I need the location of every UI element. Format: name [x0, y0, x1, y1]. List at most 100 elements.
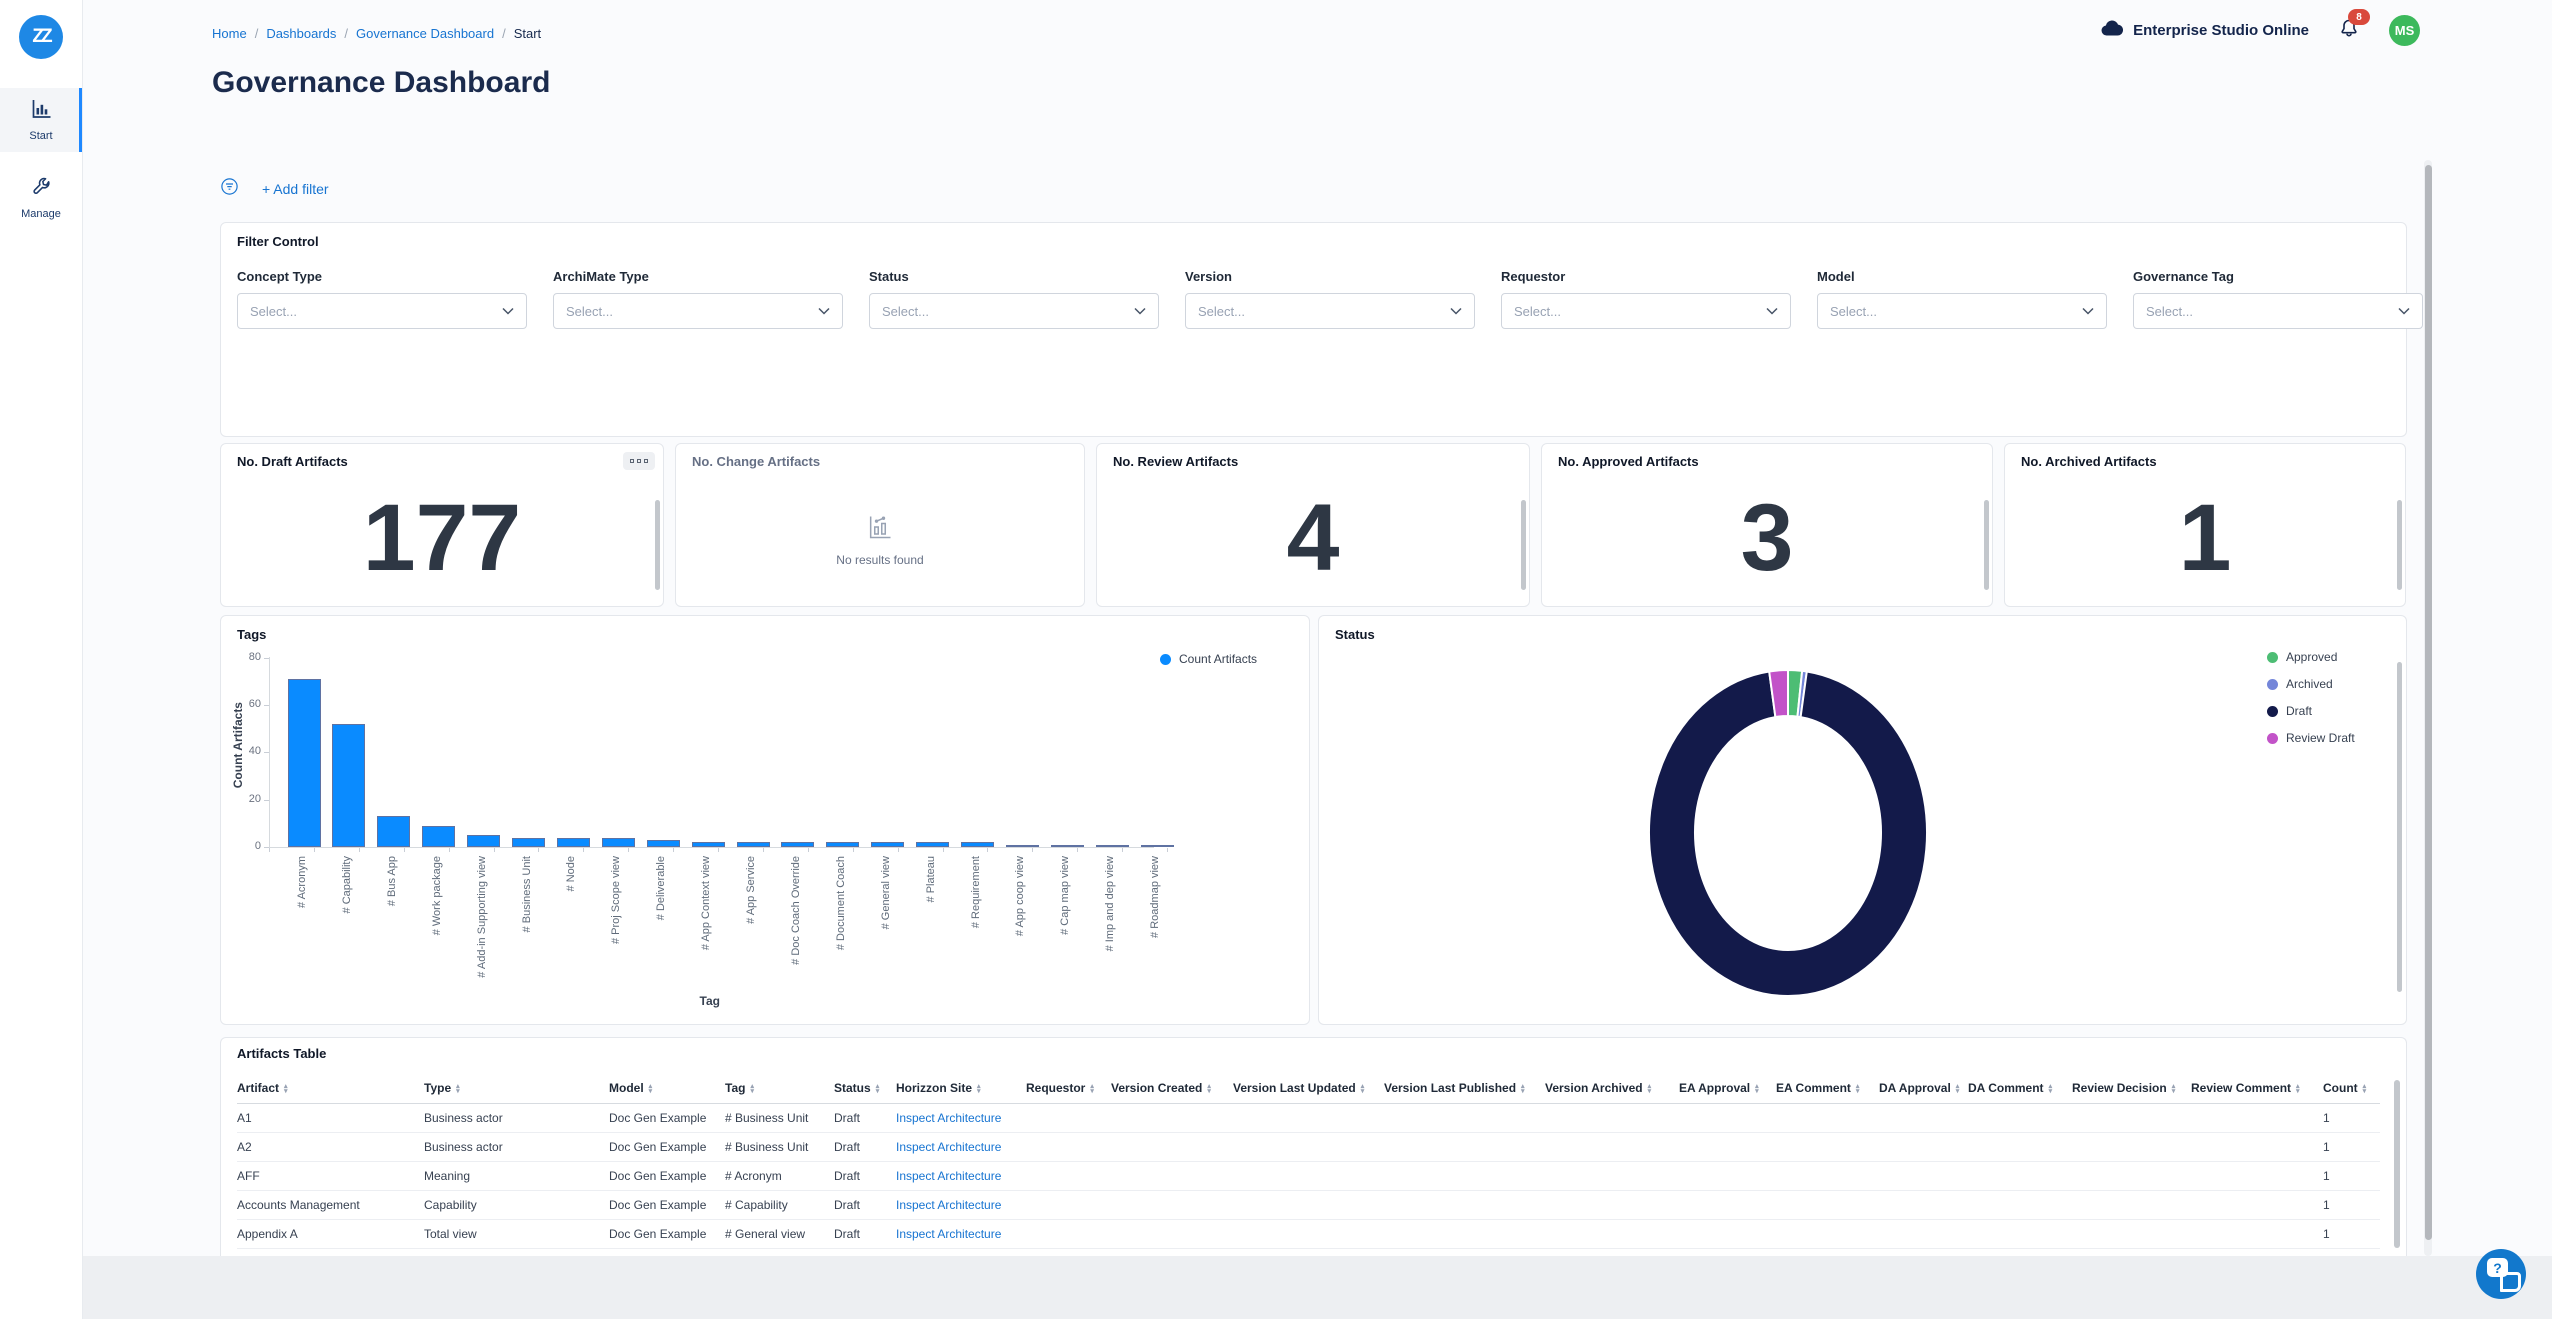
filter-icon[interactable] [221, 178, 238, 200]
cell-ea-approval [1679, 1162, 1776, 1191]
table-scrollbar[interactable] [2394, 1080, 2400, 1248]
status-card-scrollbar[interactable] [2397, 662, 2402, 992]
bar--Cap-map-view[interactable] [1051, 845, 1084, 847]
sidebar-item-manage[interactable]: Manage [0, 166, 82, 230]
inspect-architecture-link[interactable]: Inspect Architecture [896, 1169, 1001, 1183]
filter-select-archimate-type[interactable]: Select... [553, 293, 843, 329]
inspect-architecture-link[interactable]: Inspect Architecture [896, 1198, 1001, 1212]
cell-model: Doc Gen Example [609, 1191, 725, 1220]
kpi-card-scrollbar[interactable] [1521, 500, 1526, 590]
sort-icon[interactable]: ▴▾ [2363, 1084, 2367, 1094]
bar--App-Service[interactable] [737, 842, 770, 847]
kpi-card-scrollbar[interactable] [655, 500, 660, 590]
column-header-da-comment[interactable]: DA Comment▴▾ [1968, 1072, 2072, 1104]
column-header-artifact[interactable]: Artifact▴▾ [237, 1072, 424, 1104]
help-chat-button[interactable]: ? [2476, 1249, 2526, 1299]
sort-icon[interactable]: ▴▾ [2049, 1084, 2053, 1094]
app-logo[interactable]: ZZ [19, 15, 63, 59]
column-header-review-comment[interactable]: Review Comment▴▾ [2191, 1072, 2323, 1104]
bar--Deliverable[interactable] [647, 840, 680, 847]
sort-icon[interactable]: ▴▾ [1856, 1084, 1860, 1094]
breadcrumb-item-governance-dashboard[interactable]: Governance Dashboard [356, 26, 494, 41]
column-header-version-archived[interactable]: Version Archived▴▾ [1545, 1072, 1679, 1104]
sort-icon[interactable]: ▴▾ [1207, 1084, 1211, 1094]
bar--Work-package[interactable] [422, 826, 455, 847]
bar--Imp-and-dep-view[interactable] [1096, 845, 1129, 847]
legend-item-draft[interactable]: Draft [2267, 704, 2355, 718]
column-header-type[interactable]: Type▴▾ [424, 1072, 609, 1104]
kpi-menu-button[interactable] [623, 452, 655, 470]
inspect-architecture-link[interactable]: Inspect Architecture [896, 1111, 1001, 1125]
sort-icon[interactable]: ▴▾ [1090, 1084, 1094, 1094]
inspect-architecture-link[interactable]: Inspect Architecture [896, 1140, 1001, 1154]
page-scrollbar-thumb[interactable] [2425, 165, 2432, 1240]
filter-select-status[interactable]: Select... [869, 293, 1159, 329]
sort-icon[interactable]: ▴▾ [284, 1084, 288, 1094]
sort-icon[interactable]: ▴▾ [977, 1084, 981, 1094]
filter-select-requestor[interactable]: Select... [1501, 293, 1791, 329]
add-filter-button[interactable]: + Add filter [262, 181, 329, 197]
bar--App-Context-view[interactable] [692, 842, 725, 847]
donut-slice-draft[interactable] [1649, 672, 1927, 996]
column-header-da-approval[interactable]: DA Approval▴▾ [1879, 1072, 1968, 1104]
kpi-card-scrollbar[interactable] [2397, 500, 2402, 590]
filter-select-concept-type[interactable]: Select... [237, 293, 527, 329]
filter-select-governance-tag[interactable]: Select... [2133, 293, 2423, 329]
cell-version-last-updated [1233, 1162, 1384, 1191]
sort-icon[interactable]: ▴▾ [1521, 1084, 1525, 1094]
column-header-version-last-published[interactable]: Version Last Published▴▾ [1384, 1072, 1545, 1104]
bar--App-coop-view[interactable] [1006, 845, 1039, 847]
breadcrumb-item-dashboards[interactable]: Dashboards [266, 26, 336, 41]
bar--Bus-App[interactable] [377, 816, 410, 847]
sort-icon[interactable]: ▴▾ [1956, 1084, 1960, 1094]
sort-icon[interactable]: ▴▾ [2172, 1084, 2176, 1094]
cell-model: Doc Gen Example [609, 1220, 725, 1249]
bar--Document-Coach[interactable] [826, 842, 859, 847]
column-header-status[interactable]: Status▴▾ [834, 1072, 896, 1104]
bar--Requirement[interactable] [961, 842, 994, 847]
bar--Business-Unit[interactable] [512, 838, 545, 847]
bar-legend[interactable]: Count Artifacts [1160, 652, 1257, 666]
bar--Proj-Scope-view[interactable] [602, 838, 635, 847]
sort-icon[interactable]: ▴▾ [1361, 1084, 1365, 1094]
filter-fields: Concept TypeSelect...ArchiMate TypeSelec… [237, 269, 2423, 329]
sort-icon[interactable]: ▴▾ [2296, 1084, 2300, 1094]
column-header-ea-comment[interactable]: EA Comment▴▾ [1776, 1072, 1879, 1104]
kpi-card-scrollbar[interactable] [1984, 500, 1989, 590]
sort-icon[interactable]: ▴▾ [750, 1084, 754, 1094]
sort-icon[interactable]: ▴▾ [1755, 1084, 1759, 1094]
sidebar-item-start[interactable]: Start [0, 88, 82, 152]
sort-icon[interactable]: ▴▾ [456, 1084, 460, 1094]
column-header-count[interactable]: Count▴▾ [2323, 1072, 2380, 1104]
column-header-version-created[interactable]: Version Created▴▾ [1111, 1072, 1233, 1104]
bar--Roadmap-view[interactable] [1141, 845, 1174, 847]
notifications-button[interactable]: 8 [2337, 17, 2361, 46]
column-header-tag[interactable]: Tag▴▾ [725, 1072, 834, 1104]
bar--General-view[interactable] [871, 842, 904, 847]
bar--Acronym[interactable] [288, 679, 321, 847]
legend-item-approved[interactable]: Approved [2267, 650, 2355, 664]
column-header-model[interactable]: Model▴▾ [609, 1072, 725, 1104]
column-header-ea-approval[interactable]: EA Approval▴▾ [1679, 1072, 1776, 1104]
legend-item-review-draft[interactable]: Review Draft [2267, 731, 2355, 745]
sort-icon[interactable]: ▴▾ [1648, 1084, 1652, 1094]
filter-select-version[interactable]: Select... [1185, 293, 1475, 329]
page-scrollbar[interactable] [2424, 160, 2432, 1256]
bar--Capability[interactable] [332, 724, 365, 847]
sort-icon[interactable]: ▴▾ [876, 1084, 880, 1094]
column-header-review-decision[interactable]: Review Decision▴▾ [2072, 1072, 2191, 1104]
filter-select-model[interactable]: Select... [1817, 293, 2107, 329]
bar--Plateau[interactable] [916, 842, 949, 847]
legend-item-archived[interactable]: Archived [2267, 677, 2355, 691]
bar--Add-in-Supporting-view[interactable] [467, 835, 500, 847]
user-avatar[interactable]: MS [2389, 15, 2420, 46]
column-header-horizzon-site[interactable]: Horizzon Site▴▾ [896, 1072, 1026, 1104]
sort-icon[interactable]: ▴▾ [649, 1084, 653, 1094]
column-header-requestor[interactable]: Requestor▴▾ [1026, 1072, 1111, 1104]
bar--Node[interactable] [557, 838, 590, 847]
breadcrumb-item-home[interactable]: Home [212, 26, 247, 41]
inspect-architecture-link[interactable]: Inspect Architecture [896, 1227, 1001, 1241]
column-header-version-last-updated[interactable]: Version Last Updated▴▾ [1233, 1072, 1384, 1104]
bar--Doc-Coach-Override[interactable] [781, 842, 814, 847]
tags-bar-chart: Count Artifacts020406080# Acronym# Capab… [221, 616, 1309, 1024]
